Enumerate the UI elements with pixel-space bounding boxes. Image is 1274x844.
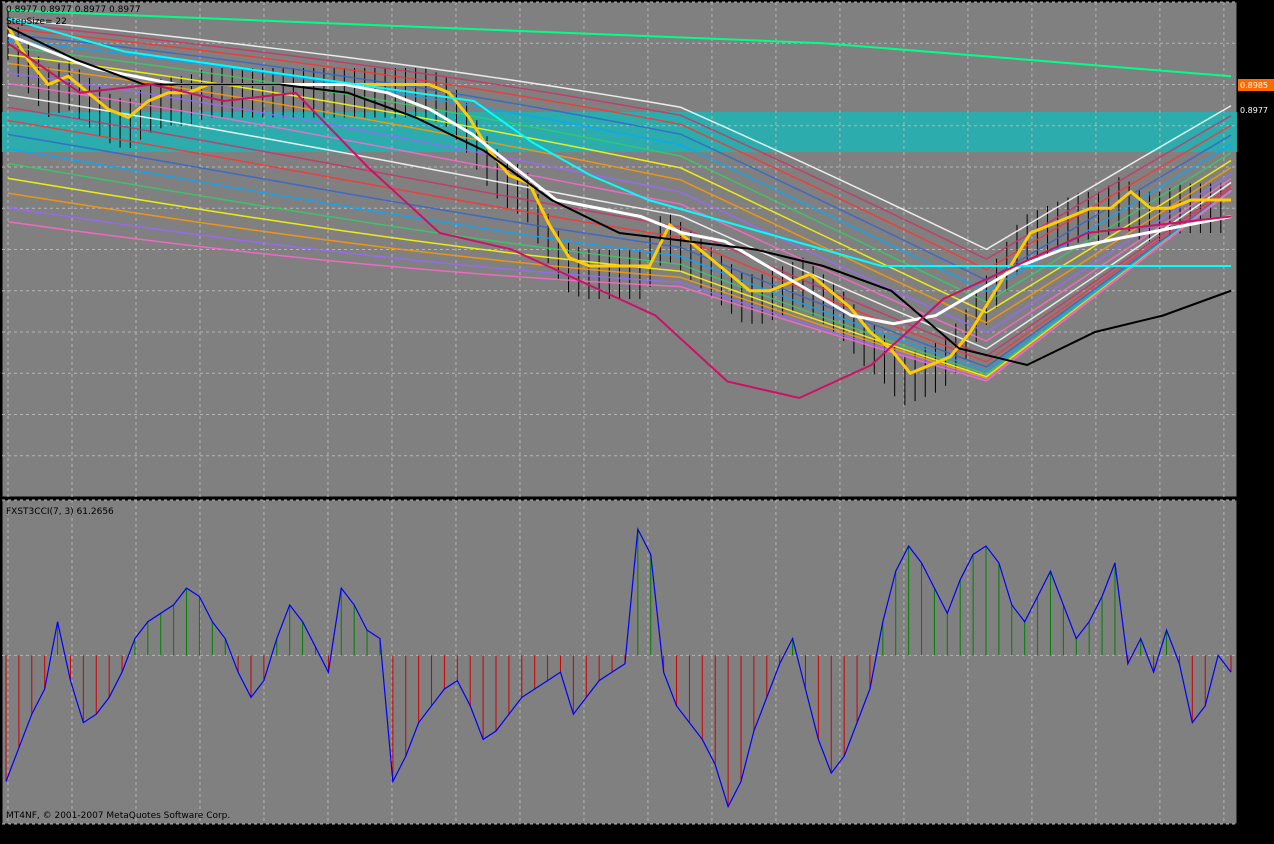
- main-y-tick-label: 0.8940: [1243, 411, 1271, 420]
- main-y-tick-label: 0.8955: [1243, 287, 1271, 296]
- x-tick-label: 10 Oct 2007: [6, 831, 55, 840]
- x-tick-label: 10 Oct 21:09: [838, 831, 890, 840]
- x-axis: 10 Oct 2007 10 Oct 19:24 10 Oct 19:32 10 Oc…: [6, 824, 1274, 840]
- main-y-tick-label: 0.8990: [1243, 0, 1271, 7]
- x-tick-label: 10 Oct 20:41: [646, 831, 698, 840]
- x-tick-label: 10 Oct 21:44: [1094, 831, 1146, 840]
- x-tick-label: 10 Oct 21:28: [966, 831, 1018, 840]
- x-tick-label: 10 Oct 19:40: [198, 831, 250, 840]
- x-tick-label: 10 Oct 20:33: [582, 831, 634, 840]
- sub-y-tick-label: 184.7649: [1243, 496, 1274, 505]
- x-tick-label: 10 Oct 20:24: [518, 831, 570, 840]
- x-tick-label: 10 Oct 21:18: [902, 831, 954, 840]
- main-y-tick-label: 0.8970: [1243, 163, 1271, 172]
- x-tick-label: 10 Oct 19:32: [134, 831, 186, 840]
- sub-y-tick-label: -200.5731: [1243, 820, 1274, 829]
- x-tick-label: 10 Oct 19:49: [262, 831, 314, 840]
- separator-band: [2, 112, 1237, 152]
- current-price-text: 0.8977: [1240, 106, 1268, 115]
- stepsize-label: StepSize= 22: [6, 17, 67, 27]
- x-tick-label: 10 Oct 21:00: [774, 831, 826, 840]
- x-tick-label: 10 Oct 21:36: [1030, 831, 1082, 840]
- sub-panel[interactable]: [1, 499, 1238, 825]
- x-tick-label: 10 Oct 19:59: [326, 831, 378, 840]
- chart-window[interactable]: 0.89900.89850.89800.89750.89700.89650.89…: [0, 0, 1274, 844]
- y-axis-sub: 184.7649 0.00 -200.5731: [1237, 496, 1274, 829]
- x-tick-label: 10 Oct 21:53: [1158, 831, 1210, 840]
- main-y-tick-label: 0.8965: [1243, 204, 1271, 213]
- main-y-tick-label: 0.8975: [1243, 122, 1271, 131]
- y-axis-main: 0.89900.89850.89800.89750.89700.89650.89…: [1237, 0, 1271, 461]
- x-tick-label: 10 Oct 22:02: [1222, 831, 1274, 840]
- main-y-tick-label: 0.8960: [1243, 246, 1271, 255]
- sub-y-tick-label: 0.00: [1243, 651, 1261, 660]
- main-header: 0.8977 0.8977 0.8977 0.8977: [6, 5, 141, 15]
- main-y-tick-label: 0.8935: [1243, 452, 1271, 461]
- x-tick-label: 10 Oct 20:51: [710, 831, 762, 840]
- alert-price-text: 0.8985: [1240, 81, 1268, 90]
- cci-label: FXST3CCI(7, 3) 61.2656: [6, 507, 114, 517]
- x-tick-label: 10 Oct 20:08: [390, 831, 442, 840]
- main-y-tick-label: 0.8950: [1243, 328, 1271, 337]
- copyright-label: MT4NF, © 2001-2007 MetaQuotes Software C…: [6, 811, 230, 821]
- x-tick-label: 10 Oct 20:16: [454, 831, 506, 840]
- x-tick-label: 10 Oct 19:24: [70, 831, 122, 840]
- main-y-tick-label: 0.8985: [1243, 39, 1271, 48]
- main-y-tick-label: 0.8945: [1243, 369, 1271, 378]
